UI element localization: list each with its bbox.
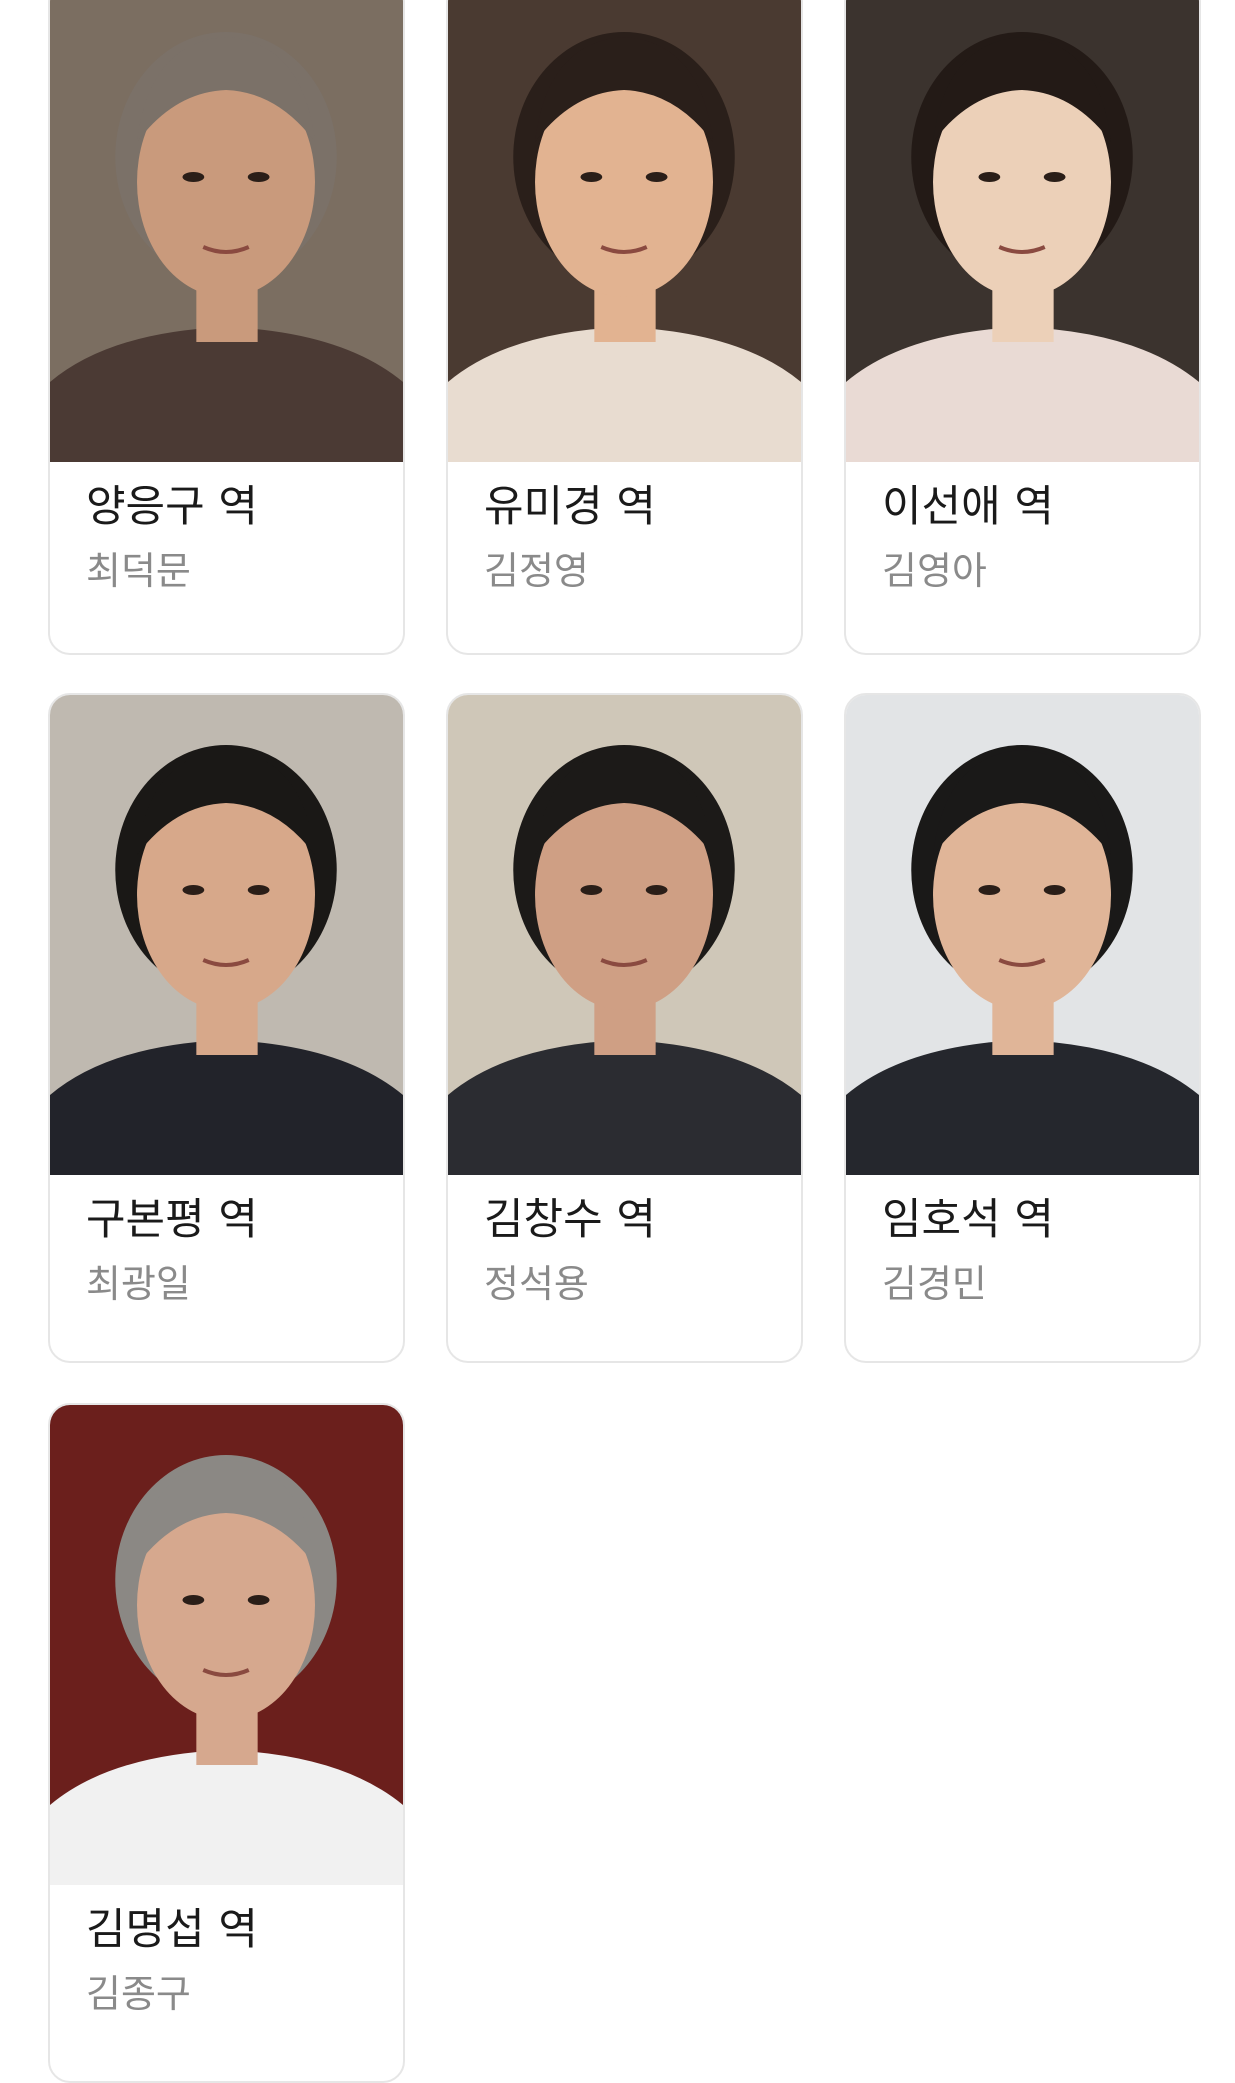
role-name: 김명섭 역: [86, 1905, 258, 1955]
portrait-image: [50, 695, 403, 1175]
cast-photo: [50, 695, 403, 1175]
cast-card[interactable]: 김명섭 역 김종구: [48, 1403, 405, 2083]
cast-photo: [448, 0, 801, 462]
actor-name: 김정영: [484, 549, 589, 593]
role-name: 유미경 역: [484, 482, 656, 532]
cast-grid: 양응구 역 최덕문 유미경 역 김정영 이선애 역 김영아 구본평 역 최광일 …: [0, 0, 1235, 2083]
role-name: 이선애 역: [882, 482, 1054, 532]
cast-photo: [448, 695, 801, 1175]
cast-photo: [846, 0, 1199, 462]
cast-photo: [846, 695, 1199, 1175]
actor-name: 최덕문: [86, 549, 191, 593]
portrait-image: [50, 0, 403, 462]
role-name: 김창수 역: [484, 1195, 656, 1245]
actor-name: 김경민: [882, 1262, 987, 1306]
portrait-image: [50, 1405, 403, 1885]
cast-card[interactable]: 이선애 역 김영아: [844, 0, 1201, 655]
actor-name: 최광일: [86, 1262, 191, 1306]
cast-card[interactable]: 임호석 역 김경민: [844, 693, 1201, 1363]
cast-card[interactable]: 구본평 역 최광일: [48, 693, 405, 1363]
actor-name: 김영아: [882, 549, 987, 593]
role-name: 구본평 역: [86, 1195, 258, 1245]
cast-photo: [50, 1405, 403, 1885]
cast-card[interactable]: 김창수 역 정석용: [446, 693, 803, 1363]
portrait-image: [846, 695, 1199, 1175]
role-name: 임호석 역: [882, 1195, 1054, 1245]
actor-name: 정석용: [484, 1262, 589, 1306]
portrait-image: [846, 0, 1199, 462]
cast-card[interactable]: 유미경 역 김정영: [446, 0, 803, 655]
role-name: 양응구 역: [86, 482, 258, 532]
cast-photo: [50, 0, 403, 462]
portrait-image: [448, 0, 801, 462]
portrait-image: [448, 695, 801, 1175]
cast-card[interactable]: 양응구 역 최덕문: [48, 0, 405, 655]
actor-name: 김종구: [86, 1972, 191, 2016]
